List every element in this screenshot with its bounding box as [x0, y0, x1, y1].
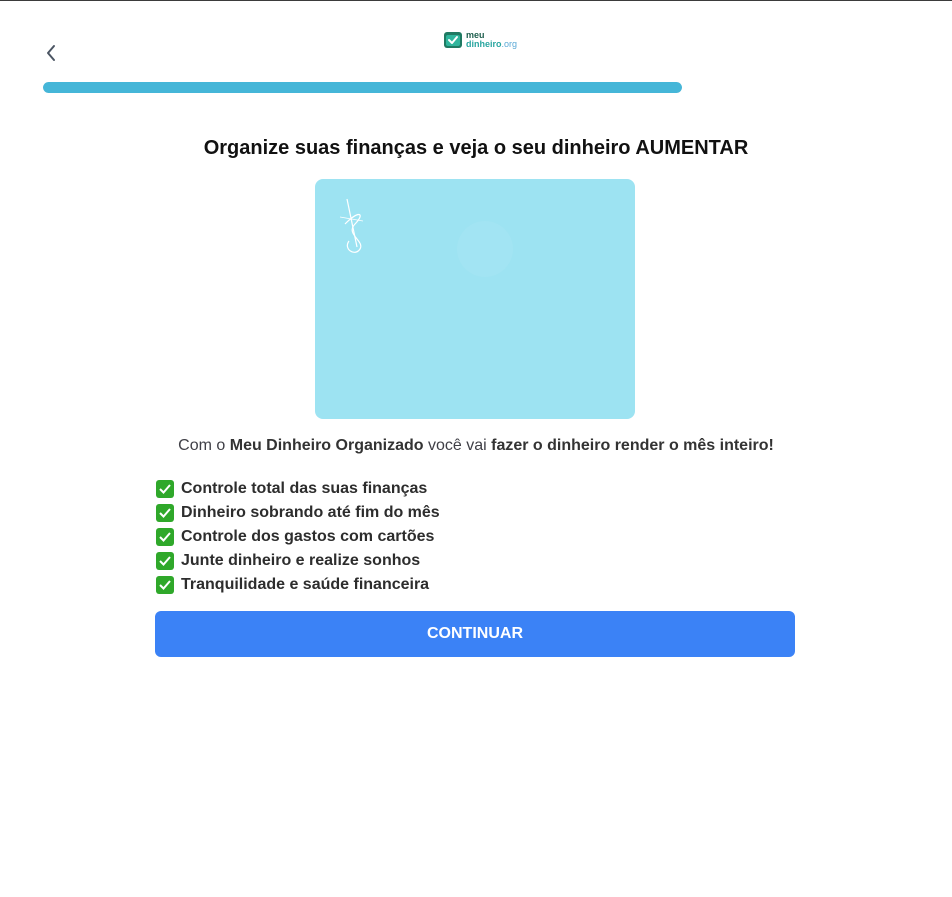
chevron-left-icon [47, 45, 55, 61]
subtitle: Com o Meu Dinheiro Organizado você vai f… [0, 437, 952, 455]
benefit-item: Controle dos gastos com cartões [156, 525, 656, 549]
subtitle-part1: Com o [178, 437, 230, 454]
wallet-check-icon [444, 32, 462, 48]
checkmark-icon [156, 504, 174, 522]
money-illustration [339, 198, 513, 277]
benefit-label: Controle total das suas finanças [181, 480, 428, 497]
checkmark-icon [156, 552, 174, 570]
logo-brand: dinheiro [466, 39, 502, 49]
continue-button[interactable]: CONTINUAR [155, 611, 795, 657]
benefit-item: Controle total das suas finanças [156, 477, 656, 501]
benefit-item: Dinheiro sobrando até fim do mês [156, 501, 656, 525]
benefits-list: Controle total das suas finanças Dinheir… [156, 477, 656, 597]
page: meu dinheiro.org Organize suas finanças … [0, 0, 952, 897]
checkmark-icon [156, 480, 174, 498]
logo-suffix: .org [501, 39, 518, 49]
subtitle-part2: você vai [423, 437, 492, 454]
progress-bar [43, 82, 682, 93]
checkmark-icon [156, 576, 174, 594]
benefit-item: Junte dinheiro e realize sonhos [156, 549, 656, 573]
brand-logo: meu dinheiro.org [443, 29, 517, 51]
back-button[interactable] [38, 40, 64, 66]
benefit-label: Dinheiro sobrando até fim do mês [181, 504, 440, 521]
benefit-item: Tranquilidade e saúde financeira [156, 573, 656, 597]
benefit-label: Tranquilidade e saúde financeira [181, 576, 430, 593]
benefit-label: Controle dos gastos com cartões [181, 528, 435, 545]
progress-bar-fill [43, 82, 682, 93]
subtitle-bold-claim: fazer o dinheiro render o mês inteiro! [491, 437, 774, 454]
hero-image [315, 179, 635, 419]
subtitle-bold-brand: Meu Dinheiro Organizado [229, 437, 424, 454]
checkmark-icon [156, 528, 174, 546]
benefit-label: Junte dinheiro e realize sonhos [181, 552, 421, 569]
window-top-border [0, 0, 952, 1]
logo-text-line2: dinheiro.org [466, 40, 517, 49]
page-title: Organize suas finanças e veja o seu dinh… [203, 137, 749, 159]
